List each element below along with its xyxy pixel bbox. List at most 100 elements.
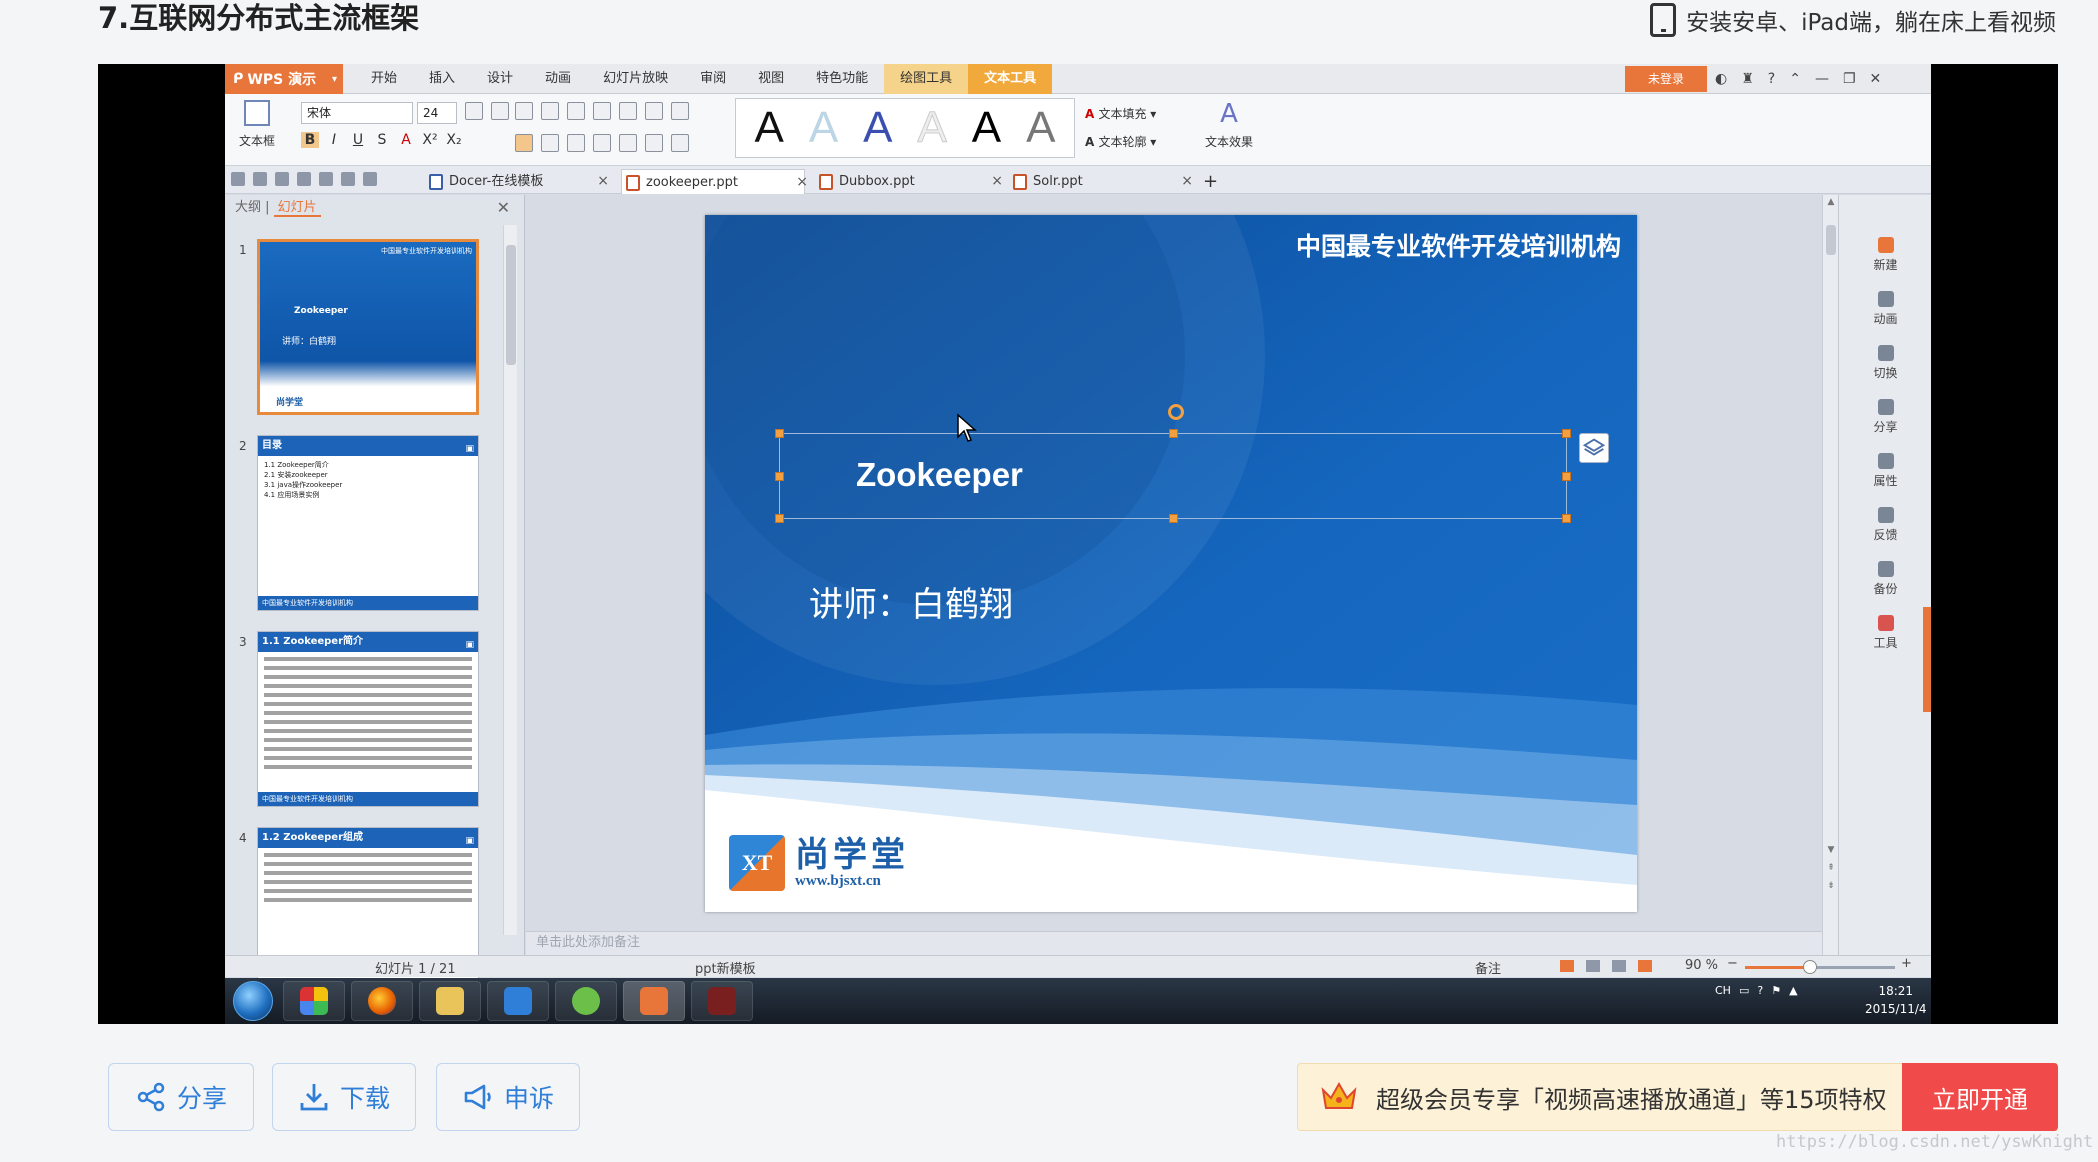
font-size-select[interactable]: 24	[417, 102, 457, 124]
strike-button[interactable]: S	[373, 132, 391, 148]
number-list-icon[interactable]	[541, 102, 559, 120]
keyboard-icon[interactable]: ▭	[1739, 984, 1749, 997]
style-a-black[interactable]: A	[754, 106, 783, 150]
open-icon[interactable]	[231, 172, 245, 186]
tab-view[interactable]: 视图	[742, 64, 800, 94]
normal-view-icon[interactable]	[1560, 960, 1574, 972]
tab-insert[interactable]: 插入	[413, 64, 471, 94]
text-effect-button[interactable]: 文本效果	[1205, 128, 1253, 156]
tab-special[interactable]: 特色功能	[800, 64, 884, 94]
help-icon[interactable]: ?	[1757, 984, 1763, 997]
restore-icon[interactable]: ❐	[1843, 71, 1856, 87]
textbox-button[interactable]: 文本框	[231, 98, 283, 149]
login-button[interactable]: 未登录	[1625, 66, 1707, 92]
slide-title[interactable]: Zookeeper	[856, 456, 1023, 494]
wps-app-menu[interactable]: ᑭ WPS 演示 ▾	[225, 64, 343, 94]
align-left-icon[interactable]	[515, 134, 533, 152]
zoom-out-icon[interactable]: −	[1727, 956, 1738, 971]
scroll-thumb[interactable]	[506, 245, 516, 365]
save-icon[interactable]	[253, 172, 267, 186]
text-fill-button[interactable]: A 文本填充 ▾	[1085, 100, 1156, 128]
notes-toggle[interactable]: 备注	[1475, 958, 1501, 977]
indent-increase-icon[interactable]	[593, 102, 611, 120]
paragraph-spacing-icon[interactable]	[671, 134, 689, 152]
help-icon[interactable]: ?	[1768, 71, 1775, 87]
panel-tools[interactable]: 工具	[1839, 615, 1931, 651]
style-a-gray[interactable]: A	[1026, 106, 1055, 150]
tab-review[interactable]: 审阅	[684, 64, 742, 94]
panel-backup[interactable]: 备份	[1839, 561, 1931, 597]
tab-outline[interactable]: 大纲	[235, 200, 261, 215]
new-tab-button[interactable]: +	[1197, 169, 1227, 194]
font-grow-icon[interactable]	[465, 102, 483, 120]
system-clock[interactable]: 18:21 2015/11/4	[1865, 982, 1927, 1018]
panel-new[interactable]: 新建	[1839, 237, 1931, 273]
workspace-scrollbar[interactable]: ▲ ▼ ⇞ ⇟	[1822, 195, 1838, 955]
language-indicator[interactable]: CH	[1715, 984, 1731, 997]
close-tab-icon[interactable]: ×	[796, 170, 808, 195]
distribute-icon[interactable]	[619, 134, 637, 152]
sort-icon[interactable]	[671, 102, 689, 120]
network-icon[interactable]: ⚑	[1771, 984, 1781, 997]
taskbar-explorer[interactable]	[419, 981, 481, 1021]
prev-slide-icon[interactable]: ⇞	[1823, 863, 1839, 873]
justify-icon[interactable]	[593, 134, 611, 152]
thumbs-scrollbar[interactable]	[503, 225, 517, 935]
line-spacing-icon[interactable]	[645, 134, 663, 152]
next-slide-icon[interactable]: ⇟	[1823, 881, 1839, 891]
align-center-icon[interactable]	[541, 134, 559, 152]
tab-home[interactable]: 开始	[355, 64, 413, 94]
close-icon[interactable]: ✕	[497, 198, 510, 217]
panel-properties[interactable]: 属性	[1839, 453, 1931, 489]
resize-handle[interactable]	[775, 472, 784, 481]
print-icon[interactable]	[297, 172, 311, 186]
italic-button[interactable]: I	[325, 132, 343, 148]
scroll-up-icon[interactable]: ▲	[1823, 197, 1839, 207]
sorter-view-icon[interactable]	[1586, 960, 1600, 972]
tab-text-tools[interactable]: 文本工具	[968, 64, 1053, 94]
tray-expand-icon[interactable]: ▲	[1789, 984, 1797, 997]
undo-icon[interactable]	[341, 172, 355, 186]
panel-animation[interactable]: 动画	[1839, 291, 1931, 327]
export-icon[interactable]	[275, 172, 289, 186]
taskbar-plus-app[interactable]	[555, 981, 617, 1021]
style-a-white[interactable]: A	[917, 105, 947, 150]
columns-icon[interactable]	[619, 102, 637, 120]
taskbar-wps-writer[interactable]	[487, 981, 549, 1021]
resize-handle[interactable]	[1169, 514, 1178, 523]
scroll-down-icon[interactable]: ▼	[1823, 845, 1839, 855]
share-button[interactable]: 分享	[108, 1063, 254, 1131]
subscript-button[interactable]: X₂	[445, 132, 463, 148]
resize-handle[interactable]	[1562, 514, 1571, 523]
play-view-icon[interactable]	[1638, 960, 1652, 972]
current-slide[interactable]: 中国最专业软件开发培训机构 Zookeeper 讲师：白鹤翔 XT 尚学堂 ww…	[705, 215, 1637, 912]
underline-button[interactable]: U	[349, 132, 367, 148]
tab-slides[interactable]: 幻灯片	[273, 200, 321, 217]
redo-icon[interactable]	[363, 172, 377, 186]
video-player[interactable]: ᑭ WPS 演示 ▾ 开始 插入 设计 动画 幻灯片放映 审阅 视图 特色功能 …	[98, 64, 2058, 1024]
notes-field[interactable]: 单击此处添加备注	[526, 931, 1822, 955]
reading-view-icon[interactable]	[1612, 960, 1626, 972]
layers-icon[interactable]	[1579, 433, 1609, 463]
taskbar-app-colors[interactable]	[283, 981, 345, 1021]
bullet-list-icon[interactable]	[515, 102, 533, 120]
close-tab-icon[interactable]: ×	[1181, 169, 1193, 194]
text-outline-button[interactable]: A 文本轮廓 ▾	[1085, 128, 1156, 156]
scroll-thumb[interactable]	[1826, 225, 1836, 255]
resize-handle[interactable]	[1562, 429, 1571, 438]
taskbar-wps-presentation[interactable]	[623, 981, 685, 1021]
minimize-icon[interactable]: —	[1815, 71, 1829, 87]
style-a-blue[interactable]: A	[863, 106, 892, 150]
panel-feedback[interactable]: 反馈	[1839, 507, 1931, 543]
panel-transition[interactable]: 切换	[1839, 345, 1931, 381]
shirt-icon[interactable]: ♜	[1741, 71, 1754, 87]
preview-icon[interactable]	[319, 172, 333, 186]
text-direction-icon[interactable]	[645, 102, 663, 120]
font-name-select[interactable]: 宋体	[301, 102, 413, 124]
tab-design[interactable]: 设计	[471, 64, 529, 94]
close-icon[interactable]: ✕	[1870, 71, 1882, 87]
resize-handle[interactable]	[1169, 429, 1178, 438]
taskbar-firefox[interactable]	[351, 981, 413, 1021]
doc-tab-dubbox[interactable]: Dubbox.ppt ×	[815, 169, 1003, 194]
indent-decrease-icon[interactable]	[567, 102, 585, 120]
